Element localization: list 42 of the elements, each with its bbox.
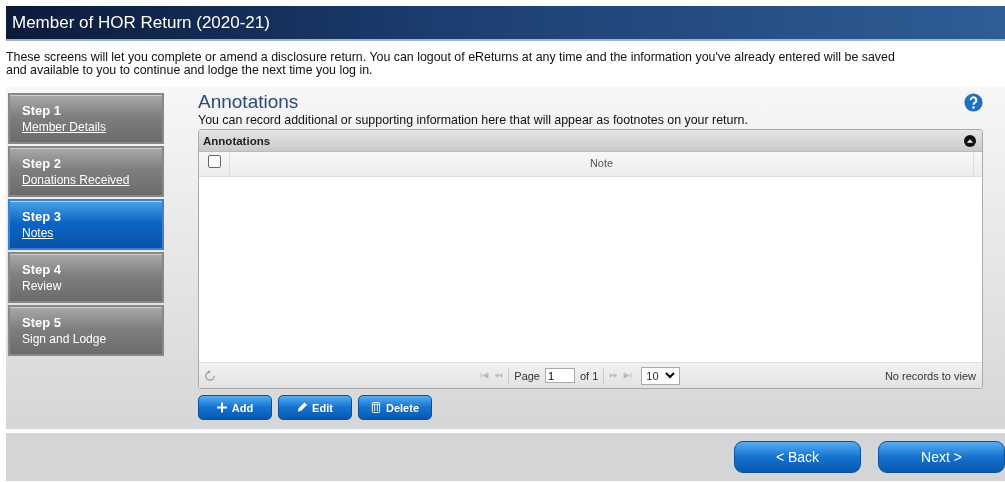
step-link[interactable]: Member Details xyxy=(22,119,107,135)
first-page-icon[interactable] xyxy=(480,372,490,379)
step-number: Step 2 xyxy=(22,155,61,172)
nav-button[interactable]: < Back xyxy=(734,441,861,473)
step-label: Sign and Lodge xyxy=(22,331,107,347)
step-tab[interactable]: Step 5 Sign and Lodge xyxy=(8,305,164,356)
step-link[interactable]: Notes xyxy=(22,225,54,241)
refresh-icon[interactable] xyxy=(205,369,215,382)
step-tab[interactable]: Step 3 Notes xyxy=(8,199,164,250)
intro-text: These screens will let you complete or amend a disclosure return. You can logout of eReturns at any time and the information you've already entered will be saved and available to you to continue and lodge the next time you log in. xyxy=(6,51,896,79)
step-number: Step 3 xyxy=(22,208,61,225)
page-size-select[interactable]: 10 xyxy=(641,366,680,385)
next-page-icon[interactable] xyxy=(609,372,619,379)
step-tab[interactable]: Step 1 Member Details xyxy=(8,93,164,144)
step-label: Review xyxy=(22,278,62,294)
section-description: You can record additional or supporting information here that will appear as footnotes on your return. xyxy=(198,113,749,127)
previous-page-icon[interactable] xyxy=(494,372,504,379)
step-tab[interactable]: Step 4 Review xyxy=(8,252,164,303)
last-page-icon[interactable] xyxy=(623,372,633,379)
delete-button[interactable]: Delete xyxy=(358,395,432,420)
page-label: Page xyxy=(514,369,540,382)
grid-caption: Annotations xyxy=(203,134,271,147)
step-tab[interactable]: Step 2 Donations Received xyxy=(8,146,164,197)
step-link[interactable]: Donations Received xyxy=(22,172,130,188)
nav-button[interactable]: Next > xyxy=(878,441,1005,473)
collapse-icon[interactable] xyxy=(964,134,976,147)
step-number: Step 1 xyxy=(22,102,61,119)
section-title: Annotations xyxy=(198,91,299,113)
add-button[interactable]: Add xyxy=(198,395,272,420)
help-icon[interactable] xyxy=(964,92,983,112)
select-all-checkbox[interactable] xyxy=(207,155,221,168)
records-status: No records to view xyxy=(884,369,976,382)
page-input[interactable]: 1 xyxy=(545,368,575,383)
page-count: of 1 xyxy=(580,369,599,382)
edit-button[interactable]: Edit xyxy=(278,395,352,420)
plus-icon xyxy=(216,402,227,413)
pencil-icon xyxy=(297,402,308,413)
step-number: Step 4 xyxy=(22,261,61,278)
step-number: Step 5 xyxy=(22,314,61,331)
trash-icon xyxy=(371,402,381,413)
chevron-down-icon xyxy=(664,372,675,379)
window-title: Member of HOR Return (2020-21) xyxy=(12,12,270,33)
